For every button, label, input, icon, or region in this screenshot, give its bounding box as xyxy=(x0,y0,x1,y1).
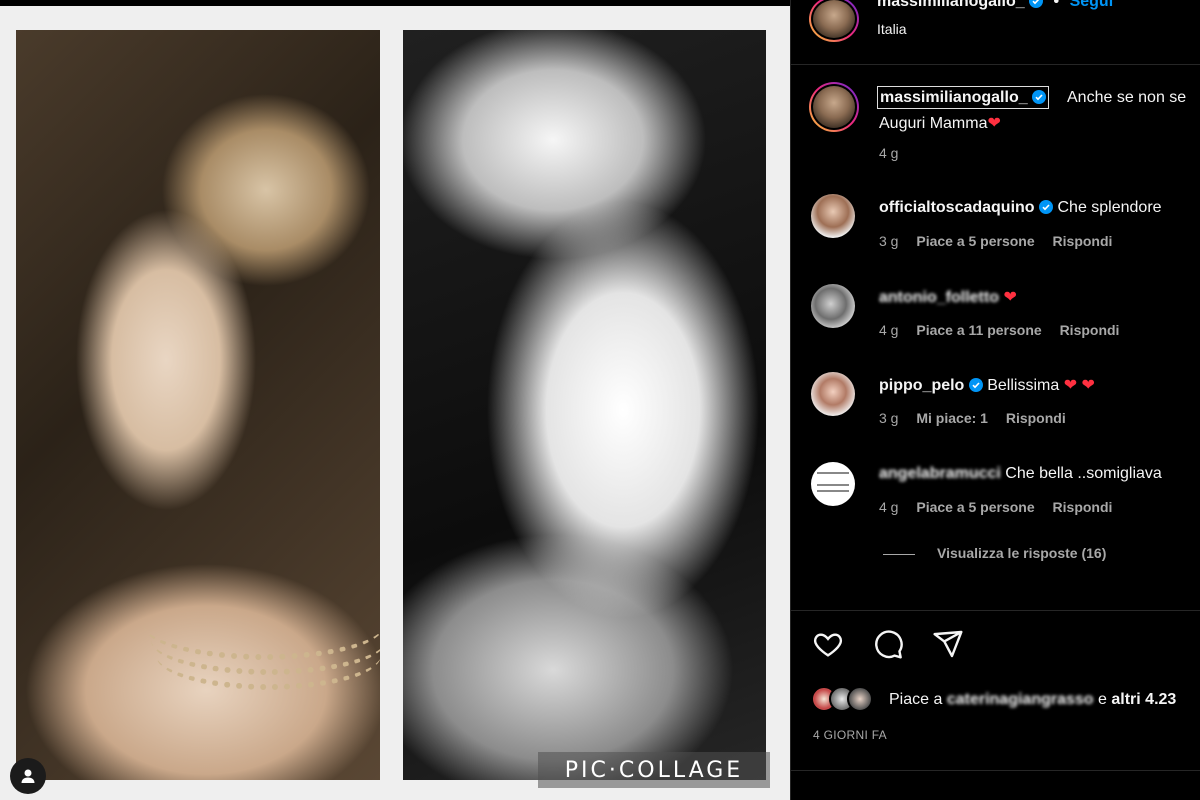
action-bar xyxy=(811,628,965,660)
likes-summary[interactable]: Piace a caterinagiangrasso e altri 4.23 xyxy=(889,691,1176,709)
caption-text: Anche se non se xyxy=(1067,89,1187,106)
comment-row: antonio_folletto ❤ xyxy=(879,287,1017,307)
caption-avatar[interactable] xyxy=(809,82,859,132)
header-username[interactable]: massimilianogallo_ xyxy=(877,0,1025,10)
location-link[interactable]: Italia xyxy=(877,21,907,37)
photo-color-portrait xyxy=(16,30,380,780)
share-icon[interactable] xyxy=(931,628,965,660)
liker-username[interactable]: caterinagiangrasso xyxy=(947,691,1094,708)
view-replies-button[interactable]: Visualizza le risposte (16) xyxy=(883,545,1106,561)
separator-dot: • xyxy=(1053,0,1060,10)
heart-icon[interactable] xyxy=(811,628,845,660)
comment-username[interactable]: angelabramucci xyxy=(879,465,1001,482)
comment-text: Che splendore xyxy=(1057,199,1162,216)
caption-time: 4 g xyxy=(879,145,899,161)
comment-meta: 4 g Piace a 5 persone Rispondi xyxy=(879,499,1126,515)
comment-row: pippo_pelo Bellissima ❤ ❤ xyxy=(879,375,1095,395)
photo-bw-portrait xyxy=(403,30,766,780)
comment-avatar[interactable] xyxy=(811,372,855,416)
heart-emoji-icon: ❤ xyxy=(1003,289,1017,306)
comment-meta: 3 g Piace a 5 persone Rispondi xyxy=(879,233,1126,249)
comment-likes[interactable]: Mi piace: 1 xyxy=(916,410,988,426)
comments-panel: massimilianogallo_ • Segui Italia massim… xyxy=(790,0,1200,800)
collage-watermark: PIC·COLLAGE xyxy=(538,752,770,788)
post-media[interactable]: PIC·COLLAGE xyxy=(0,6,790,800)
add-comment-bar[interactable] xyxy=(791,770,1200,800)
heart-emoji-icon: ❤ xyxy=(987,115,1001,132)
comment-username[interactable]: antonio_folletto xyxy=(879,289,999,306)
comment-icon[interactable] xyxy=(871,628,905,660)
verified-icon xyxy=(1039,200,1054,214)
reply-button[interactable]: Rispondi xyxy=(1006,410,1066,426)
likes-others[interactable]: altri 4.23 xyxy=(1111,691,1176,708)
verified-icon xyxy=(968,378,983,392)
divider xyxy=(791,610,1200,611)
caption-line-2: Auguri Mamma❤ xyxy=(879,115,1001,132)
comment-likes[interactable]: Piace a 11 persone xyxy=(916,322,1041,338)
divider xyxy=(791,64,1200,65)
comment-avatar[interactable] xyxy=(811,194,855,238)
author-avatar[interactable] xyxy=(809,0,859,42)
reply-button[interactable]: Rispondi xyxy=(1060,322,1120,338)
post-date: 4 GIORNI FA xyxy=(813,728,887,742)
comment-time: 3 g xyxy=(879,410,899,426)
comment-time: 4 g xyxy=(879,322,899,338)
reply-button[interactable]: Rispondi xyxy=(1053,499,1113,515)
comment-meta: 4 g Piace a 11 persone Rispondi xyxy=(879,322,1133,338)
user-tag-icon[interactable] xyxy=(10,758,46,794)
comment-time: 3 g xyxy=(879,233,899,249)
caption-username[interactable]: massimilianogallo_ xyxy=(877,86,1050,109)
comment-text: Che bella ..somigliava xyxy=(1005,465,1162,482)
likers-avatars[interactable] xyxy=(811,686,881,714)
comment-avatar[interactable] xyxy=(811,462,855,506)
reply-button[interactable]: Rispondi xyxy=(1053,233,1113,249)
comment-text: Bellissima xyxy=(987,377,1060,394)
comment-time: 4 g xyxy=(879,499,899,515)
comment-row: angelabramucci Che bella ..somigliava xyxy=(879,465,1162,483)
comment-likes[interactable]: Piace a 5 persone xyxy=(916,233,1034,249)
comment-likes[interactable]: Piace a 5 persone xyxy=(916,499,1034,515)
verified-icon xyxy=(1032,90,1047,104)
comment-meta: 3 g Mi piace: 1 Rispondi xyxy=(879,410,1080,426)
comment-username[interactable]: officialtoscadaquino xyxy=(879,199,1035,216)
follow-button[interactable]: Segui xyxy=(1070,0,1114,10)
verified-icon xyxy=(1029,0,1044,8)
comment-username[interactable]: pippo_pelo xyxy=(879,377,964,394)
comment-row: officialtoscadaquino Che splendore xyxy=(879,199,1162,217)
necklace-strand xyxy=(156,620,380,690)
comment-avatar[interactable] xyxy=(811,284,855,328)
heart-emoji-icon: ❤ ❤ xyxy=(1063,377,1095,394)
header-username-row: massimilianogallo_ • Segui xyxy=(877,0,1113,11)
replies-line xyxy=(883,553,915,555)
